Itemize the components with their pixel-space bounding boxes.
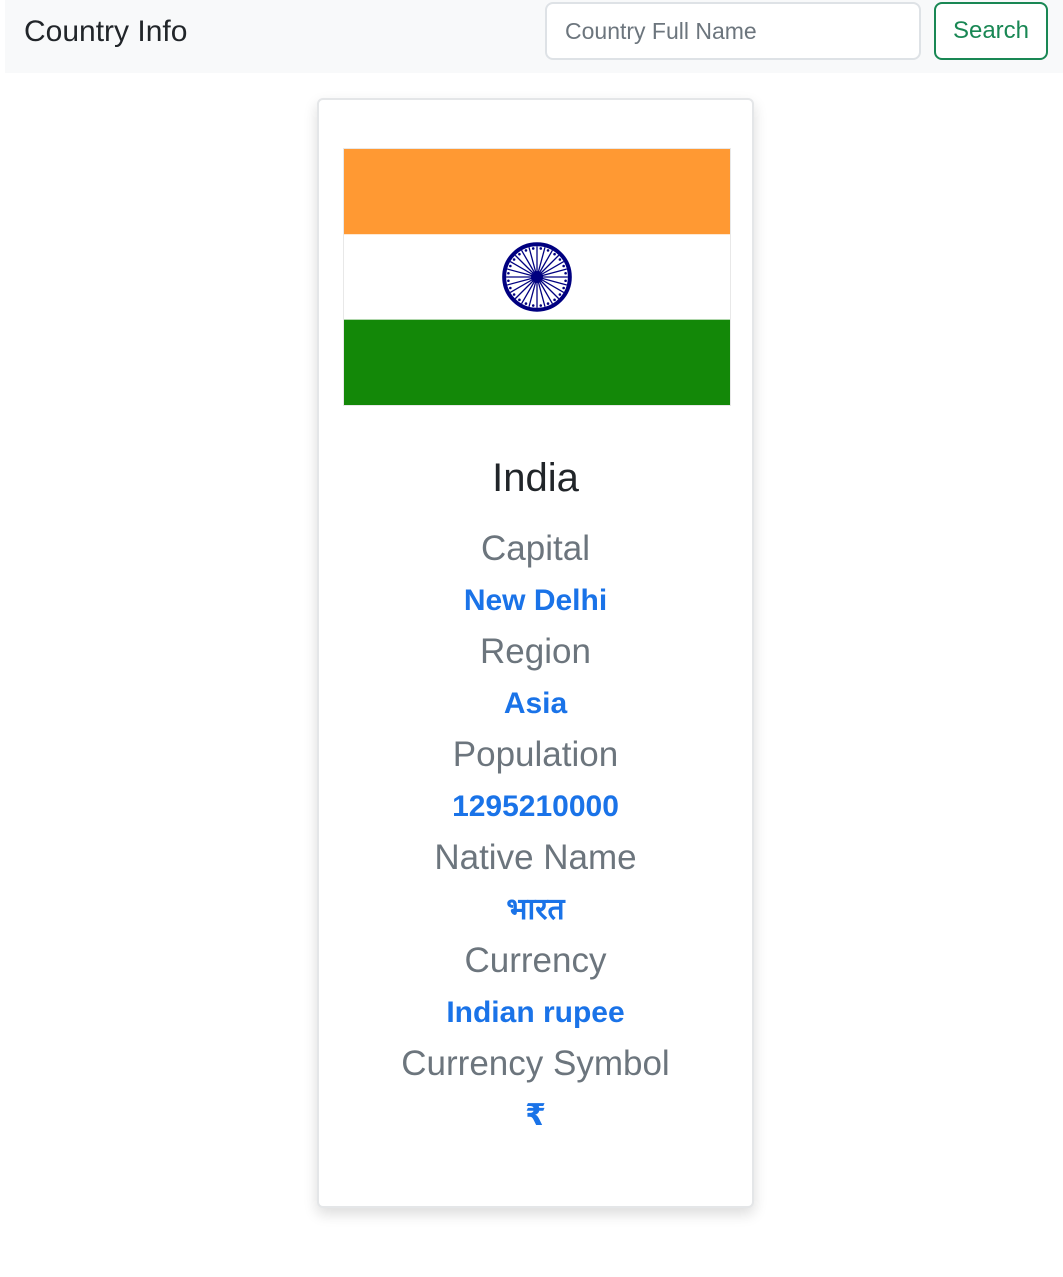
currency-label: Currency <box>464 941 607 980</box>
region-value: Asia <box>503 687 568 720</box>
navbar: Country Info Search <box>5 0 1063 73</box>
country-search-input[interactable] <box>545 2 921 60</box>
population-label: Population <box>452 735 619 774</box>
currency-value: Indian rupee <box>446 996 625 1029</box>
search-button[interactable]: Search <box>934 2 1048 60</box>
native-name-value: भारत <box>506 893 565 926</box>
currency-symbol-value: ₹ <box>525 1099 546 1132</box>
country-card: India Capital New Delhi Region Asia Popu… <box>317 98 754 1208</box>
capital-value: New Delhi <box>463 584 608 617</box>
country-fields: Capital New Delhi Region Asia Population… <box>319 523 752 1141</box>
capital-label: Capital <box>481 529 590 568</box>
population-value: 1295210000 <box>452 790 619 823</box>
country-name: India <box>492 456 579 500</box>
brand-title[interactable]: Country Info <box>24 14 187 50</box>
currency-symbol-label: Currency Symbol <box>401 1044 670 1083</box>
india-flag-icon <box>343 148 731 406</box>
region-label: Region <box>480 632 591 671</box>
native-name-label: Native Name <box>434 838 637 877</box>
